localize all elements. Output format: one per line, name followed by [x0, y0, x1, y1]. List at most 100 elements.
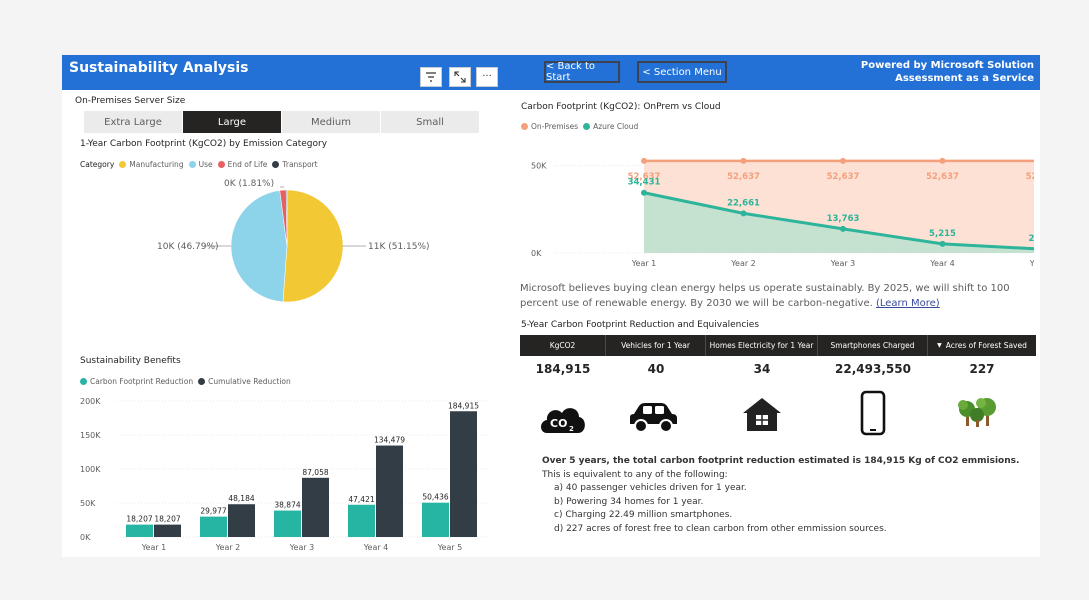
col-header-forest-label: Acres of Forest Saved — [945, 341, 1027, 350]
legend-azure: Azure Cloud — [593, 122, 639, 131]
data-label-onprem: 52,637 — [1026, 172, 1034, 182]
bar-cumulative[interactable] — [154, 524, 181, 537]
slicer-title: On-Premises Server Size — [75, 96, 186, 106]
bar-label-reduction: 38,874 — [274, 501, 300, 510]
slicer-option-small[interactable]: Small — [381, 111, 480, 133]
pie-label-end-of-life: 0K (1.81%) — [224, 179, 274, 189]
bar-reduction[interactable] — [348, 504, 375, 537]
more-options-button[interactable]: ··· — [476, 67, 498, 87]
y-tick-label: 100K — [80, 465, 101, 474]
y-tick-label: 50K — [80, 499, 96, 508]
x-tick-label: Year 1 — [631, 259, 657, 268]
legend-dot-azure — [583, 123, 591, 130]
back-to-start-button[interactable]: < Back to Start — [544, 61, 620, 83]
bar-label-reduction: 18,207 — [126, 515, 152, 524]
co2-cloud-icon: CO 2 — [541, 408, 585, 433]
equivalencies-table: KgCO2 Vehicles for 1 Year Homes Electric… — [520, 335, 1036, 382]
data-label-azure: 34,431 — [628, 178, 661, 188]
x-tick-label: Year 5 — [1029, 259, 1034, 268]
powered-line-1: Powered by Microsoft Solution — [860, 60, 1034, 71]
bar-reduction[interactable] — [126, 524, 153, 537]
benefits-legend: Carbon Footprint Reduction Cumulative Re… — [80, 377, 291, 386]
pie-legend-title: Category — [80, 160, 115, 169]
value-kgco2: 184,915 — [535, 362, 591, 376]
server-size-slicer: Extra Large Large Medium Small — [84, 111, 480, 133]
x-tick-label: Year 1 — [141, 543, 167, 552]
svg-text:2: 2 — [569, 425, 574, 433]
value-homes: 34 — [753, 362, 771, 376]
line-legend: On-Premises Azure Cloud — [521, 122, 638, 131]
data-label-azure: 2,201 — [1029, 234, 1034, 244]
point-onprem[interactable] — [740, 157, 747, 164]
x-tick-label: Year 2 — [215, 543, 241, 552]
data-label-azure: 13,763 — [827, 214, 860, 224]
summary-intro: Over 5 years, the total carbon footprint… — [542, 456, 1020, 466]
bar-reduction[interactable] — [200, 516, 227, 537]
pie-label-use: 10K (46.79%) — [157, 242, 219, 252]
legend-dot-end-of-life — [217, 161, 225, 168]
data-label-azure: 5,215 — [929, 229, 956, 239]
ellipsis-icon: ··· — [482, 71, 492, 82]
legend-dot-onprem — [521, 123, 528, 130]
summary-item: d) 227 acres of forest free to clean car… — [554, 523, 887, 534]
col-header-kgco2[interactable]: KgCO2 — [520, 335, 606, 356]
powered-line-2: Assessment as a Service — [895, 73, 1034, 84]
svg-text:CO: CO — [550, 417, 567, 430]
filter-button[interactable] — [420, 67, 442, 87]
bar-cumulative[interactable] — [376, 445, 403, 537]
data-label-onprem: 52,637 — [827, 172, 860, 182]
data-label-onprem: 52,637 — [727, 172, 760, 182]
col-header-forest[interactable]: ▼ Acres of Forest Saved — [928, 335, 1036, 356]
bar-label-reduction: 29,977 — [200, 507, 226, 516]
table-header-row: KgCO2 Vehicles for 1 Year Homes Electric… — [520, 335, 1036, 356]
powered-by-label: Powered by Microsoft Solution Assessment… — [861, 59, 1034, 85]
section-menu-button[interactable]: < Section Menu — [637, 61, 727, 83]
summary-item: b) Powering 34 homes for 1 year. — [554, 496, 704, 507]
bar-label-cumulative: 184,915 — [448, 401, 479, 410]
filter-icon — [426, 72, 436, 82]
house-icon — [743, 398, 781, 431]
bar-reduction[interactable] — [422, 502, 449, 537]
summary-item: a) 40 passenger vehicles driven for 1 ye… — [554, 483, 747, 493]
y-tick-label: 0K — [531, 249, 542, 258]
point-onprem[interactable] — [840, 157, 846, 164]
legend-reduction: Carbon Footprint Reduction — [90, 377, 194, 386]
table-row: 184,915 40 34 22,493,550 227 — [520, 356, 1036, 382]
expand-icon — [454, 71, 466, 83]
data-label-azure: 22,661 — [727, 198, 760, 208]
focus-mode-button[interactable] — [449, 67, 471, 87]
col-header-vehicles[interactable]: Vehicles for 1 Year — [606, 335, 706, 356]
benefits-bar-chart: 200K 150K 100K 50K 0K 18,207 18,207 Year 1 29,97… — [80, 397, 487, 552]
point-onprem[interactable] — [939, 157, 946, 164]
point-onprem[interactable] — [641, 157, 647, 164]
pie-chart-title: 1-Year Carbon Footprint (KgCO2) by Emiss… — [80, 139, 328, 149]
pie-slice-use[interactable] — [230, 190, 288, 303]
slicer-option-large[interactable]: Large — [183, 111, 282, 133]
page-title: Sustainability Analysis — [69, 60, 249, 76]
bar-cumulative[interactable] — [228, 504, 255, 537]
point-azure[interactable] — [740, 210, 747, 217]
bar-label-cumulative: 48,184 — [228, 494, 254, 503]
slicer-option-extra-large[interactable]: Extra Large — [84, 111, 183, 133]
pie-legend: Category Manufacturing Use End of Life T… — [80, 160, 318, 169]
col-header-smartphones[interactable]: Smartphones Charged — [818, 335, 928, 356]
bar-label-reduction: 47,421 — [348, 495, 374, 504]
legend-dot-reduction — [80, 378, 87, 385]
bar-label-cumulative: 134,479 — [374, 436, 405, 445]
bar-cumulative[interactable] — [450, 411, 477, 537]
col-header-homes[interactable]: Homes Electricity for 1 Year — [706, 335, 818, 356]
point-azure[interactable] — [641, 189, 647, 196]
legend-manufacturing: Manufacturing — [129, 160, 184, 169]
point-azure[interactable] — [840, 225, 846, 232]
learn-more-link[interactable]: (Learn More) — [876, 298, 940, 309]
legend-dot-manufacturing — [119, 161, 127, 168]
x-tick-label: Year 3 — [289, 543, 315, 552]
pie-slice-manufacturing[interactable] — [282, 189, 344, 303]
legend-dot-cumulative — [198, 378, 206, 385]
legend-use: Use — [198, 160, 213, 169]
bar-reduction[interactable] — [274, 510, 301, 537]
trees-icon — [958, 398, 996, 427]
slicer-option-medium[interactable]: Medium — [282, 111, 381, 133]
point-azure[interactable] — [939, 240, 946, 247]
bar-cumulative[interactable] — [302, 477, 329, 537]
